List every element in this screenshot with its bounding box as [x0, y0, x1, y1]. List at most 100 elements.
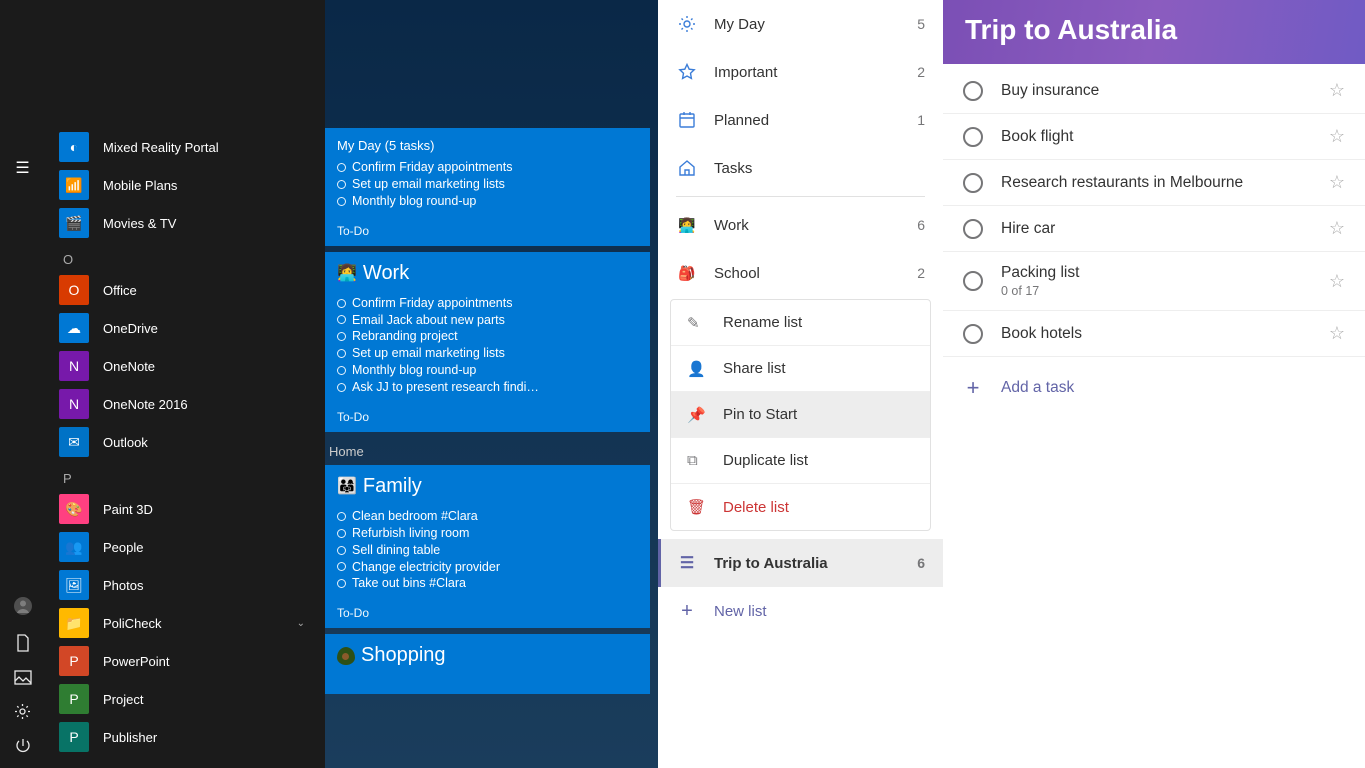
nav-item-tasks[interactable]: Tasks — [658, 144, 943, 192]
app-label: Mixed Reality Portal — [103, 140, 219, 155]
task-pane: Trip to Australia Buy insurance☆Book fli… — [943, 0, 1365, 768]
task-checkbox[interactable] — [963, 81, 983, 101]
nav-label: Planned — [714, 112, 769, 129]
user-icon[interactable] — [13, 596, 33, 616]
app-tile-icon: ✉ — [59, 427, 89, 457]
task-checkbox[interactable] — [963, 219, 983, 239]
task-checkbox[interactable] — [963, 127, 983, 147]
task-body: Research restaurants in Melbourne — [1001, 174, 1329, 192]
tile-title: 👨‍👩‍👧Family — [337, 475, 638, 498]
app-label: PoliCheck — [103, 616, 162, 631]
settings-icon[interactable] — [14, 703, 31, 720]
ctx-delete-list[interactable]: 🗑Delete list — [671, 484, 930, 530]
task-subtitle: 0 of 17 — [1001, 284, 1329, 298]
sidebar-list-count: 6 — [917, 555, 925, 571]
ctx-share-list[interactable]: 👤Share list — [671, 346, 930, 392]
task-checkbox[interactable] — [963, 324, 983, 344]
task-checkbox[interactable] — [963, 173, 983, 193]
sidebar-list-trip-to-australia[interactable]: ☰ Trip to Australia 6 — [658, 539, 943, 587]
sidebar-list-count: 2 — [917, 265, 925, 281]
app-item[interactable]: 👥People — [45, 528, 325, 566]
task-title: Book flight — [1001, 128, 1329, 146]
letter-header[interactable]: O — [45, 242, 325, 271]
task-list: Buy insurance☆Book flight☆Research resta… — [943, 64, 1365, 361]
app-item[interactable]: OOffice — [45, 271, 325, 309]
nav-item-important[interactable]: Important2 — [658, 48, 943, 96]
app-item[interactable]: 🖼Photos — [45, 566, 325, 604]
app-item[interactable]: ◐Mixed Reality Portal — [45, 128, 325, 166]
ctx-rename-list[interactable]: ✎Rename list — [671, 300, 930, 346]
task-row[interactable]: Book hotels☆ — [943, 311, 1365, 357]
star-icon[interactable]: ☆ — [1329, 218, 1345, 239]
list-emoji-icon: 👩‍💻 — [676, 217, 698, 234]
new-list-button[interactable]: + New list — [658, 587, 943, 635]
tile-task: Clean bedroom #Clara — [337, 508, 638, 525]
star-icon[interactable]: ☆ — [1329, 323, 1345, 344]
star-icon[interactable]: ☆ — [1329, 172, 1345, 193]
task-row[interactable]: Buy insurance☆ — [943, 68, 1365, 114]
new-list-label: New list — [714, 603, 767, 620]
app-item[interactable]: PPowerPoint — [45, 642, 325, 680]
app-item[interactable]: NOneNote 2016 — [45, 385, 325, 423]
app-item[interactable]: ✉ Outlook — [45, 423, 325, 461]
documents-icon[interactable] — [15, 634, 31, 652]
app-item[interactable]: 📁PoliCheck⌄ — [45, 604, 325, 642]
app-item[interactable]: 🎬Movies & TV — [45, 204, 325, 242]
app-tile-icon: ☁ — [59, 313, 89, 343]
live-tile[interactable]: 👩‍💻WorkConfirm Friday appointmentsEmail … — [325, 252, 650, 432]
star-icon[interactable]: ☆ — [1329, 126, 1345, 147]
star-icon[interactable]: ☆ — [1329, 271, 1345, 292]
add-task-button[interactable]: + Add a task — [943, 361, 1365, 415]
live-tile[interactable]: My Day (5 tasks)Confirm Friday appointme… — [325, 128, 650, 246]
nav-item-planned[interactable]: Planned1 — [658, 96, 943, 144]
nav-item-my-day[interactable]: My Day5 — [658, 0, 943, 48]
tile-task: Monthly blog round-up — [337, 362, 638, 379]
live-tile[interactable]: Shopping — [325, 634, 650, 694]
list-emoji-icon: 🎒 — [676, 265, 698, 282]
ctx-label: Share list — [723, 360, 786, 377]
letter-header[interactable]: P — [45, 461, 325, 490]
app-item[interactable]: PPublisher — [45, 718, 325, 756]
ctx-pin-to-start[interactable]: 📌Pin to Start — [671, 392, 930, 438]
task-body: Book hotels — [1001, 325, 1329, 343]
sidebar-list-work[interactable]: 👩‍💻 Work 6 — [658, 201, 943, 249]
app-item[interactable]: 📶Mobile Plans — [45, 166, 325, 204]
live-tile[interactable]: 👨‍👩‍👧FamilyClean bedroom #ClaraRefurbish… — [325, 465, 650, 628]
task-checkbox[interactable] — [963, 271, 983, 291]
sidebar-list-label: Work — [714, 217, 749, 234]
app-label: Paint 3D — [103, 502, 153, 517]
task-row[interactable]: Book flight☆ — [943, 114, 1365, 160]
app-item[interactable]: ☁OneDrive — [45, 309, 325, 347]
nav-label: My Day — [714, 16, 765, 33]
app-tile-icon: N — [59, 389, 89, 419]
sidebar-list-count: 6 — [917, 217, 925, 233]
hamburger-icon[interactable]: ☰ — [15, 158, 29, 178]
task-title: Research restaurants in Melbourne — [1001, 174, 1329, 192]
pictures-icon[interactable] — [14, 670, 32, 685]
app-item[interactable]: 🎨Paint 3D — [45, 490, 325, 528]
start-tiles: My Day (5 tasks)Confirm Friday appointme… — [325, 0, 658, 768]
ctx-icon: 🗑 — [687, 498, 709, 516]
app-item[interactable]: PProject — [45, 680, 325, 718]
app-tile-icon: N — [59, 351, 89, 381]
ctx-duplicate-list[interactable]: ⧉Duplicate list — [671, 438, 930, 484]
nav-label: Tasks — [714, 160, 752, 177]
sidebar-list-school[interactable]: 🎒School2 — [658, 249, 943, 297]
sidebar-list-label: Trip to Australia — [714, 555, 828, 572]
start-app-list: ◐Mixed Reality Portal📶Mobile Plans🎬Movie… — [45, 0, 325, 768]
power-icon[interactable] — [15, 738, 31, 754]
list-context-menu: ✎Rename list👤Share list📌Pin to Start⧉Dup… — [670, 299, 931, 531]
app-item[interactable]: NOneNote — [45, 347, 325, 385]
task-row[interactable]: Packing list0 of 17☆ — [943, 252, 1365, 311]
task-row[interactable]: Research restaurants in Melbourne☆ — [943, 160, 1365, 206]
app-label: Photos — [103, 578, 143, 593]
task-row[interactable]: Hire car☆ — [943, 206, 1365, 252]
tile-task: Rebranding project — [337, 328, 638, 345]
star-icon[interactable]: ☆ — [1329, 80, 1345, 101]
task-title: Book hotels — [1001, 325, 1329, 343]
app-label: Outlook — [103, 435, 148, 450]
tile-task: Email Jack about new parts — [337, 312, 638, 329]
add-task-label: Add a task — [1001, 379, 1074, 397]
tile-group-label[interactable]: Home — [325, 438, 650, 465]
tile-footer: To-Do — [337, 410, 638, 424]
